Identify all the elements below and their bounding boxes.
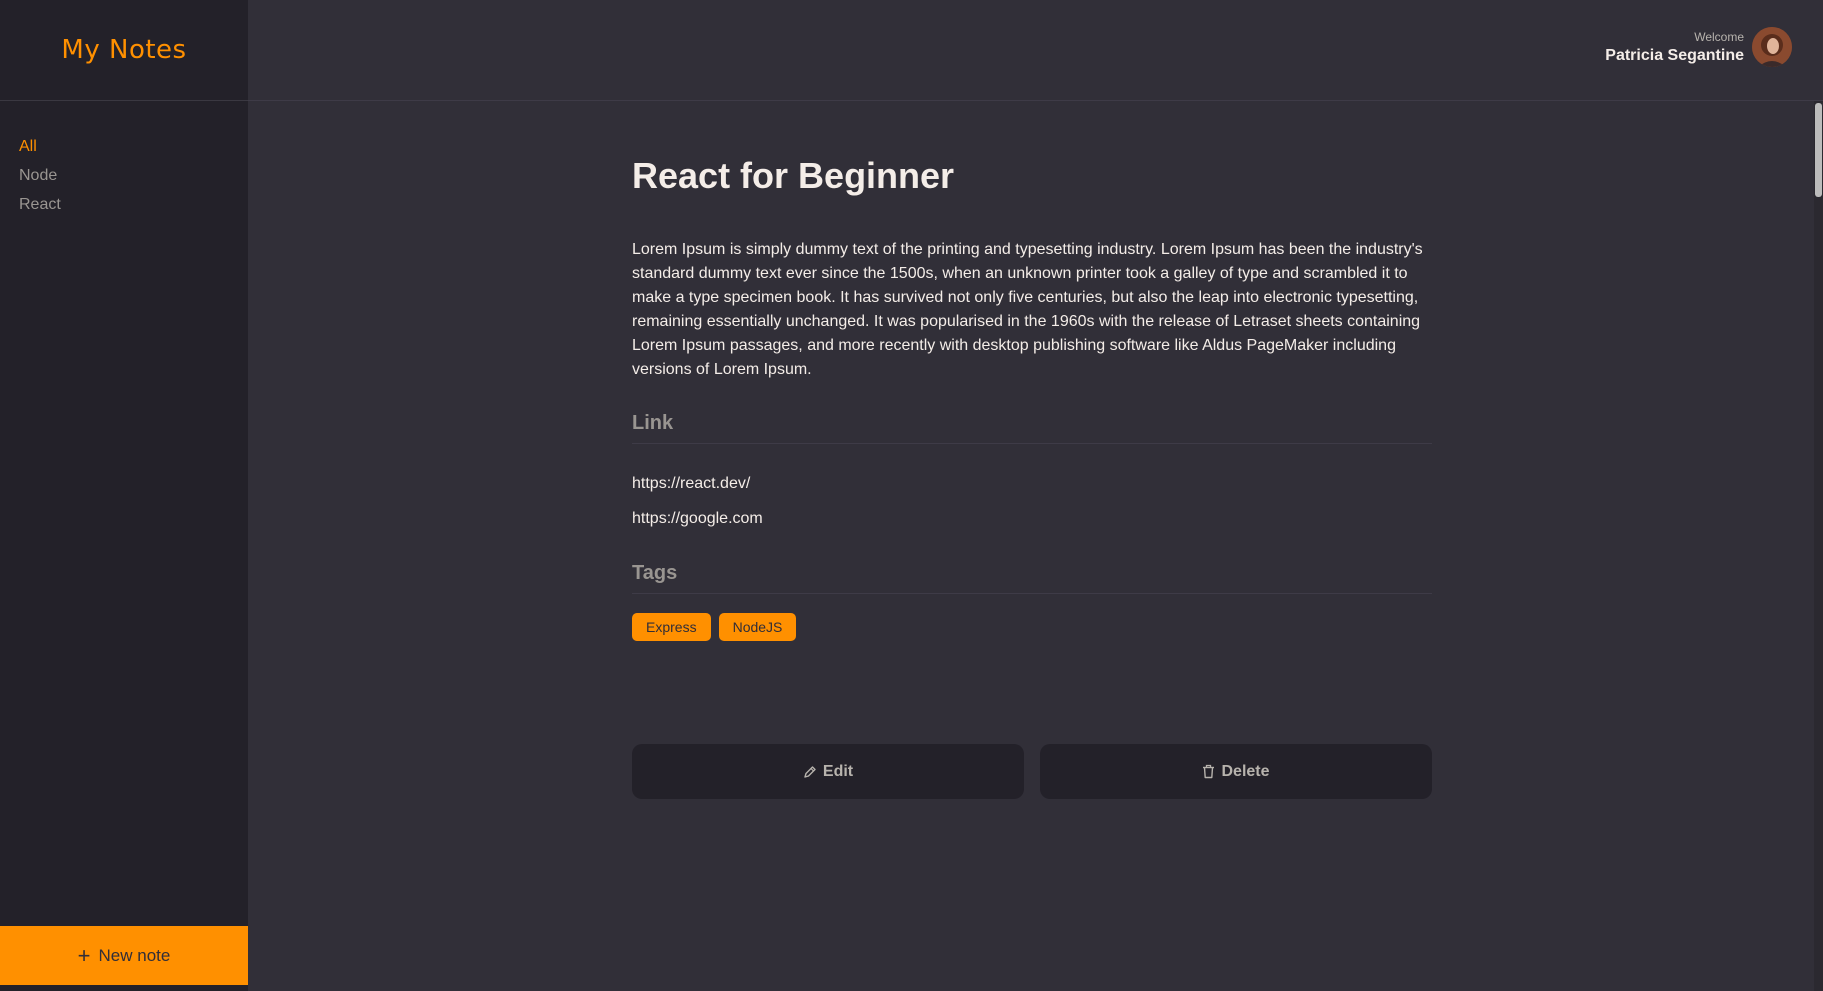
- note-description: Lorem Ipsum is simply dummy text of the …: [632, 241, 1423, 378]
- new-note-label: New note: [98, 945, 171, 965]
- avatar-image: [1752, 27, 1792, 67]
- links-list: https://react.dev/ https://google.com: [632, 466, 1432, 536]
- avatar[interactable]: [1752, 27, 1792, 67]
- note-details: React for Beginner Lorem Ipsum is simply…: [632, 150, 1432, 799]
- user-profile[interactable]: Welcome Patricia Segantine: [1605, 27, 1792, 67]
- links-heading: Link: [632, 412, 1432, 444]
- links-section: Link https://react.dev/ https://google.c…: [632, 412, 1432, 536]
- tags-list: Express NodeJS: [632, 613, 1432, 641]
- menu-item-all[interactable]: All: [19, 136, 61, 165]
- menu-item-node[interactable]: Node: [19, 165, 61, 194]
- menu-item-react[interactable]: React: [19, 194, 61, 223]
- delete-button[interactable]: Delete: [1040, 744, 1432, 799]
- user-name: Patricia Segantine: [1605, 46, 1744, 64]
- plus-icon: +: [77, 942, 91, 968]
- tags-section: Tags Express NodeJS: [632, 562, 1432, 641]
- new-note-button[interactable]: + New note: [0, 926, 248, 985]
- tags-heading: Tags: [632, 562, 1432, 594]
- brand: My Notes: [0, 0, 248, 101]
- tag-filter-menu: All Node React: [19, 136, 61, 223]
- scrollbar-thumb[interactable]: [1815, 103, 1822, 197]
- welcome-text: Welcome: [1694, 29, 1744, 44]
- link-item[interactable]: https://google.com: [632, 501, 1432, 536]
- tag-badge: Express: [632, 613, 711, 641]
- header: Welcome Patricia Segantine: [248, 0, 1823, 101]
- sidebar: My Notes All Node React + New note: [0, 0, 248, 991]
- pencil-icon: [804, 765, 816, 778]
- brand-logo-text: My Notes: [61, 35, 187, 65]
- trash-icon: [1203, 764, 1215, 779]
- scrollbar[interactable]: [1814, 101, 1823, 991]
- note-title: React for Beginner: [632, 155, 955, 196]
- edit-label: Edit: [822, 762, 854, 780]
- note-actions: Edit Delete: [632, 744, 1432, 799]
- profile-texts: Welcome Patricia Segantine: [1605, 30, 1744, 65]
- edit-button[interactable]: Edit: [632, 744, 1024, 799]
- app-root: My Notes All Node React + New note Welco…: [0, 0, 1823, 991]
- tag-badge: NodeJS: [718, 613, 797, 641]
- link-item[interactable]: https://react.dev/: [632, 466, 1432, 501]
- delete-label: Delete: [1221, 762, 1270, 780]
